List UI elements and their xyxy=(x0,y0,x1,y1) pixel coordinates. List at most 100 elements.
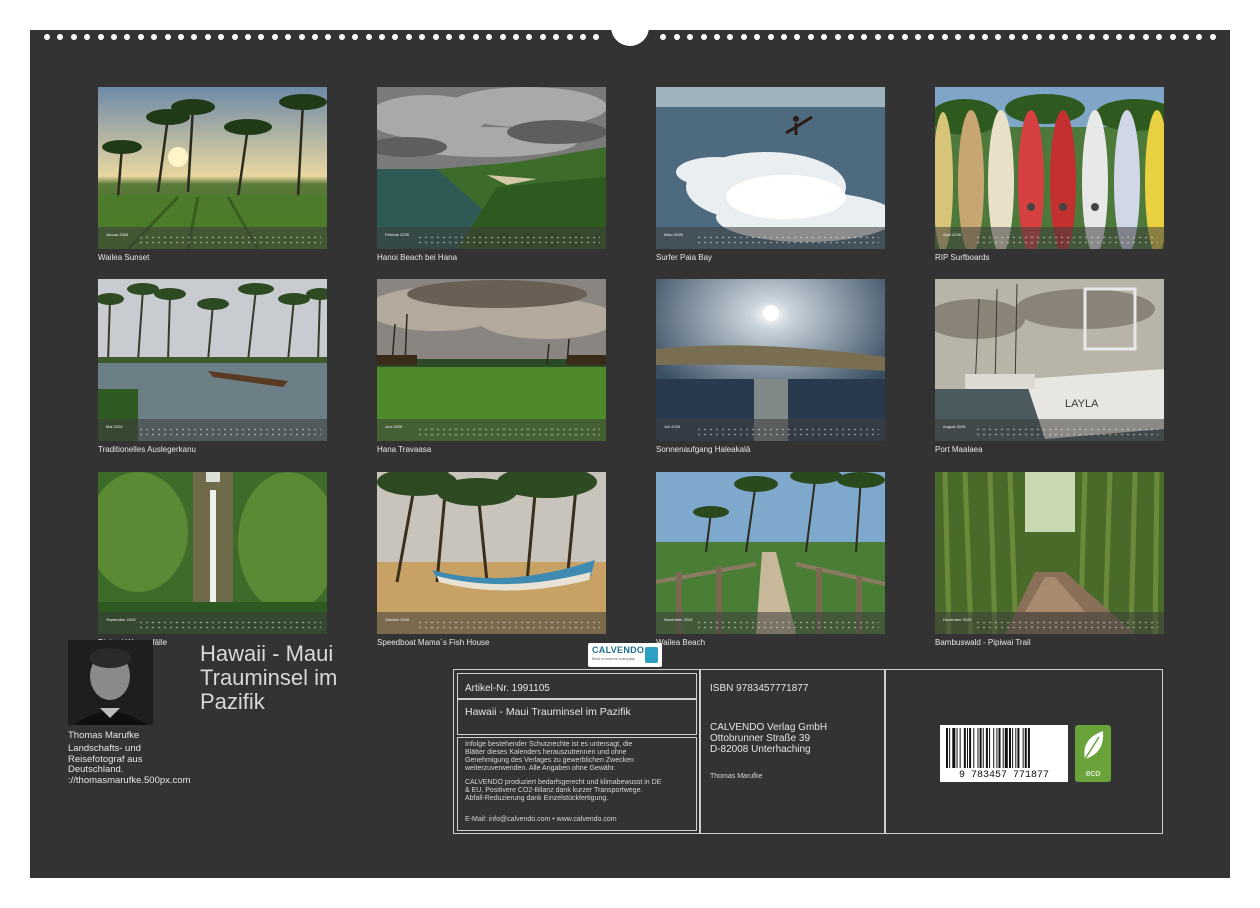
month-label: Oktober 2026 xyxy=(385,617,410,622)
author-desc-line: Landschafts- und xyxy=(68,743,141,754)
binding-hole xyxy=(218,34,225,40)
binding-hole xyxy=(1008,34,1015,40)
photo-outrigger-canoe: Mai 2026 xyxy=(98,279,327,441)
photo-caption: Bambuswald - Pipiwai Trail xyxy=(935,638,1031,647)
barcode-bar xyxy=(1002,728,1004,768)
month-tile-may: Mai 2026 Traditionelles Auslegerkanu xyxy=(98,279,327,454)
photo-caption: Hana Travaasa xyxy=(377,445,432,454)
photo-wailea-beach: November 2026 xyxy=(656,472,885,634)
month-tile-january: Januar 2026 Wailea Sunset xyxy=(98,87,327,262)
binding-hole xyxy=(258,34,265,40)
author-portrait xyxy=(68,640,153,725)
photo-caption: Speedboat Mama´s Fish House xyxy=(377,638,490,647)
photo-speedboat-mamas: Oktober 2026 xyxy=(377,472,606,634)
binding-hole xyxy=(1075,34,1082,40)
production-notice: CALVENDO produziert bedarfsgerecht und k… xyxy=(465,779,661,803)
publisher-line: Ottobrunner Straße 39 xyxy=(710,733,811,744)
contact-line[interactable]: E-Mail: info@calvendo.com • www.calvendo… xyxy=(465,816,617,824)
binding-hole xyxy=(111,34,117,40)
binding-hole xyxy=(352,34,359,40)
calendar-days xyxy=(975,235,1158,245)
binding-hole xyxy=(834,34,841,40)
binding-hole xyxy=(700,34,707,40)
photo-caption: Port Maalaea xyxy=(935,445,983,454)
binding-hole xyxy=(754,34,761,40)
binding-hole xyxy=(1156,34,1163,40)
barcode-bar xyxy=(959,728,961,768)
barcode-bar xyxy=(1017,728,1020,768)
binding-hole xyxy=(1169,34,1176,40)
binding-hole xyxy=(472,34,479,40)
binding-hole xyxy=(204,34,211,40)
binding-hole xyxy=(848,34,854,40)
month-label: Januar 2026 xyxy=(106,232,129,237)
barcode-bar xyxy=(1004,728,1008,768)
binding-hole xyxy=(325,34,332,40)
photo-caption: Hanoi Beach bei Hana xyxy=(377,253,458,262)
binding-hole xyxy=(245,34,251,40)
binding-hole xyxy=(271,34,278,40)
calendar-days xyxy=(138,427,321,437)
legal-line: weiterzuverwenden. Alle Angaben ohne Gew… xyxy=(465,765,616,772)
calendar-days xyxy=(696,235,879,245)
binding-hole xyxy=(432,34,439,40)
month-tile-september: September 2026 Pipiwai Wasserfälle xyxy=(98,472,327,647)
binding-hole xyxy=(231,34,238,40)
barcode-bar xyxy=(1024,728,1027,768)
binding-hole xyxy=(84,34,91,40)
binding-hole xyxy=(539,34,546,40)
calendar-title-line: Trauminsel im xyxy=(200,665,338,690)
binding-hole xyxy=(513,34,519,40)
binding-hole xyxy=(807,34,814,40)
binding-hole xyxy=(298,34,305,40)
month-tile-november: November 2026 Wailea Beach xyxy=(656,472,885,647)
binding-hole xyxy=(1116,34,1122,40)
month-label: Februar 2026 xyxy=(385,232,410,237)
binding-hole xyxy=(727,34,734,40)
barcode-bar xyxy=(993,728,995,768)
photographer-credit: Thomas Marufke xyxy=(710,773,763,780)
photo-caption: RIP Surfboards xyxy=(935,253,990,262)
month-label: Juli 2026 xyxy=(664,424,681,429)
leaf-icon xyxy=(1084,731,1104,760)
binding-hole xyxy=(526,34,533,40)
logo-text: CALVENDO xyxy=(592,645,645,655)
binding-hole xyxy=(995,34,1002,40)
month-label: Mai 2026 xyxy=(106,424,123,429)
author-link[interactable]: ://thomasmarufke.500px.com xyxy=(68,775,208,787)
calendar-title-small: Hawaii - Maui Trauminsel im Pazifik xyxy=(465,706,631,718)
binding-hole xyxy=(593,34,600,40)
calendar-days xyxy=(138,235,321,245)
barcode-bar xyxy=(973,728,975,768)
month-tile-december: Dezember 2026 Bambuswald - Pipiwai Trail xyxy=(935,472,1164,647)
binding-hole xyxy=(1196,34,1203,40)
month-label: März 2026 xyxy=(664,232,683,237)
binding-hole xyxy=(1035,34,1042,40)
calendar-days xyxy=(417,427,600,437)
binding-hole xyxy=(740,34,747,40)
calendar-days xyxy=(138,620,321,630)
divider xyxy=(699,669,701,834)
binding-hole xyxy=(580,34,586,40)
svg-text:LAYLA: LAYLA xyxy=(1065,398,1099,410)
eco-label: eco xyxy=(1085,768,1101,778)
barcode-bar xyxy=(979,728,982,768)
binding-hole xyxy=(928,34,935,40)
binding-hole xyxy=(137,34,144,40)
photo-hana-travaasa: Juni 2026 xyxy=(377,279,606,441)
binding-hole xyxy=(70,34,77,40)
barcode-bar xyxy=(1009,728,1011,768)
binding-hole xyxy=(915,34,921,40)
barcode-bar xyxy=(952,728,956,768)
binding-hole xyxy=(982,34,988,40)
binding-hole xyxy=(392,34,399,40)
photo-port-maalaea: LAYLA August 2026 xyxy=(935,279,1164,441)
binding-hole xyxy=(901,34,908,40)
binding-hole xyxy=(1049,34,1055,40)
publisher-line: D-82008 Unterhaching xyxy=(710,744,811,755)
barcode-bar xyxy=(1012,728,1014,768)
isbn: ISBN 9783457771877 xyxy=(710,683,809,694)
binding-hole xyxy=(767,34,774,40)
binding-hole xyxy=(968,34,975,40)
photo-haleakala-sunrise: Juli 2026 xyxy=(656,279,885,441)
